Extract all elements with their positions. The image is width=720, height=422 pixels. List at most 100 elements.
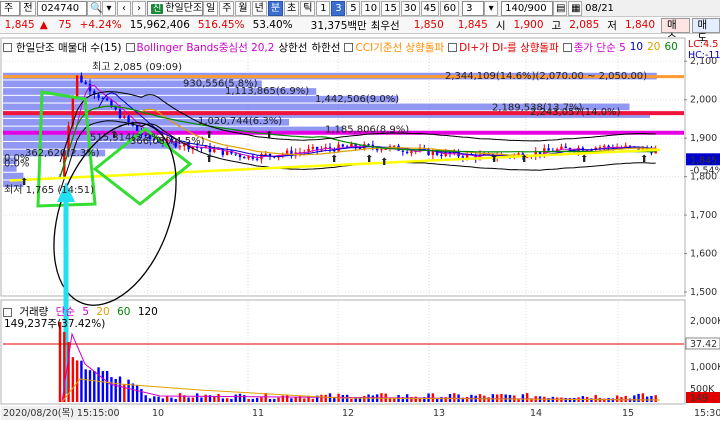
period-tick-button[interactable]: 틱 — [300, 0, 316, 16]
volume-bar — [221, 398, 225, 402]
candle-body — [135, 125, 139, 131]
buy-button[interactable]: 매수 — [661, 17, 690, 44]
minute-10-button[interactable]: 10 — [361, 0, 381, 16]
candle-body — [384, 148, 387, 150]
left-arrow-icon[interactable]: ‹ — [117, 0, 131, 16]
legend-ma-20[interactable]: 20 — [647, 41, 660, 53]
stock-code-input[interactable]: 024740 — [37, 0, 87, 16]
view-count-field[interactable]: 140/900 — [501, 0, 554, 16]
chevron-down-icon[interactable]: ▾ — [484, 0, 499, 16]
legend-checkbox[interactable] — [3, 42, 12, 52]
volume-profile-label: 2,344,109(14.6%)(2,070.00 ~ 2,050.00) — [445, 71, 647, 82]
x-right-label: 15:30 — [694, 408, 720, 419]
legend-stock[interactable]: 한일단조 매물대 수(15) — [16, 40, 122, 55]
chart-toolbar: 주 전 024740 🔍 ▾ ‹ › 신 한일단조 일 주 월 년 분 초 틱 1… — [0, 0, 720, 17]
buy-signal-arrow: ⬆ — [580, 154, 588, 165]
volume-bar — [153, 396, 156, 402]
volume-bar — [641, 393, 645, 402]
candle-body — [598, 147, 602, 149]
date-label[interactable]: 08/21 — [583, 3, 616, 14]
y-tick-label: 1,900 — [690, 133, 717, 144]
volume-bar — [363, 395, 366, 402]
prev-button[interactable]: 전 — [20, 0, 36, 16]
volume-ma-60[interactable]: 60 — [117, 306, 130, 318]
volume-bar — [573, 397, 576, 402]
minute-60-button[interactable]: 60 — [440, 0, 460, 16]
legend-upper[interactable]: 상한선 — [278, 40, 307, 55]
volume-profile-label: 1,020,744(6.3%) — [198, 116, 282, 127]
price-change: 75 — [58, 19, 72, 31]
volume-ratio: 516.45% — [197, 19, 245, 31]
volume-bar — [80, 360, 83, 402]
volume-bar — [564, 398, 567, 402]
search-icon[interactable]: 🔍 — [87, 0, 102, 16]
volume-bar — [110, 377, 113, 402]
volume-bar — [200, 397, 203, 402]
period-day-button[interactable]: 일 — [203, 0, 219, 16]
legend-checkbox[interactable] — [562, 42, 572, 52]
minute-3-button[interactable]: 3 — [331, 0, 346, 16]
volume-bar — [487, 397, 490, 402]
x-start-label: 2020/08/20(목) 15:15:00 — [3, 408, 120, 419]
period-year-button[interactable]: 년 — [251, 0, 267, 16]
candle-body — [234, 153, 237, 155]
minute-45-button[interactable]: 45 — [420, 0, 440, 16]
settings-icon[interactable]: ▤ — [553, 0, 568, 16]
volume-ma-120[interactable]: 120 — [138, 306, 158, 318]
volume-bar — [590, 398, 593, 402]
stock-name-field: 신 한일단조 — [147, 0, 203, 16]
volume-bar — [178, 393, 182, 402]
volume-bar — [371, 395, 375, 402]
dmi-signal-arrow: ⬆ — [205, 130, 213, 141]
legend-checkbox[interactable] — [448, 42, 458, 52]
volume-tick-label: 2,000K — [690, 316, 720, 327]
period-second-button[interactable]: 초 — [284, 0, 300, 16]
chart-type-select[interactable]: 주 — [0, 0, 20, 16]
volume-bar — [170, 397, 173, 402]
volume-bar — [521, 394, 525, 402]
volume-bar — [273, 398, 276, 402]
legend-bollinger[interactable]: Bollinger Bands중심선 20,2 — [137, 40, 275, 55]
period-minute-button[interactable]: 분 — [267, 0, 284, 16]
volume-profile-label: 362,620(2.3%) — [25, 148, 100, 159]
volume-bar — [71, 357, 75, 402]
legend-dmi[interactable]: DI+가 DI-를 상향돌파 — [459, 40, 559, 55]
volume-bar — [88, 370, 92, 402]
legend-cci[interactable]: CCI기준선 상향돌파 — [355, 40, 444, 55]
minute-15-button[interactable]: 15 — [381, 0, 400, 16]
right-top-labels: LC:4.5 HC:-11 — [688, 39, 720, 61]
legend-ma[interactable]: 종가 단순 5 — [574, 40, 626, 55]
chart-canvas[interactable]: ⬆ ⬆ ⬆ ⬆ ⬆ ⬆ ⬆⬆⬆⬆ ⬆ ⬆ 최고 2,085 (09:09)최저 1,765 (1… — [0, 34, 720, 422]
legend-ma-60[interactable]: 60 — [665, 41, 678, 53]
candle-body — [264, 153, 267, 155]
volume-bar — [303, 398, 306, 402]
volume-bar — [165, 395, 169, 402]
legend-checkbox[interactable] — [125, 42, 135, 52]
minute-30-button[interactable]: 30 — [400, 0, 420, 16]
volume-bar — [135, 384, 139, 402]
price-chart[interactable]: ⬆ ⬆ ⬆ ⬆ ⬆ ⬆ ⬆ ⬆ ⬆ ⬆ ⬆ ⬆ 최고 2,085 (09:09) 최저 1,765 (1… — [0, 34, 720, 422]
candle-body — [547, 148, 550, 151]
low-label: 저 — [607, 19, 617, 32]
volume-bar — [525, 393, 529, 402]
volume-bar — [101, 371, 105, 402]
legend-checkbox[interactable] — [344, 42, 354, 52]
volume-bar — [58, 322, 62, 402]
legend-ma-10[interactable]: 10 — [630, 41, 643, 53]
chevron-down-icon[interactable]: ▾ — [102, 0, 116, 16]
minute-5-button[interactable]: 5 — [346, 0, 361, 16]
candle-body — [213, 149, 216, 153]
sell-button[interactable]: 매도 — [691, 17, 720, 44]
trading-volume: 15,962,406 — [129, 19, 190, 31]
calendar-icon[interactable]: ▦ — [568, 0, 583, 16]
cci-signal-arrow: ⬆ — [380, 157, 388, 168]
legend-lower[interactable]: 하한선 — [311, 40, 340, 55]
candle-body — [97, 94, 100, 98]
turnover-rate: 53.40% — [252, 19, 293, 31]
period-week-button[interactable]: 주 — [219, 0, 235, 16]
interval-count-input[interactable]: 3 — [462, 0, 485, 16]
volume-profile-label: 366,080(4.5%) — [130, 136, 205, 147]
right-arrow-icon[interactable]: › — [132, 0, 146, 16]
period-month-button[interactable]: 월 — [235, 0, 251, 16]
minute-1-button[interactable]: 1 — [316, 0, 331, 16]
